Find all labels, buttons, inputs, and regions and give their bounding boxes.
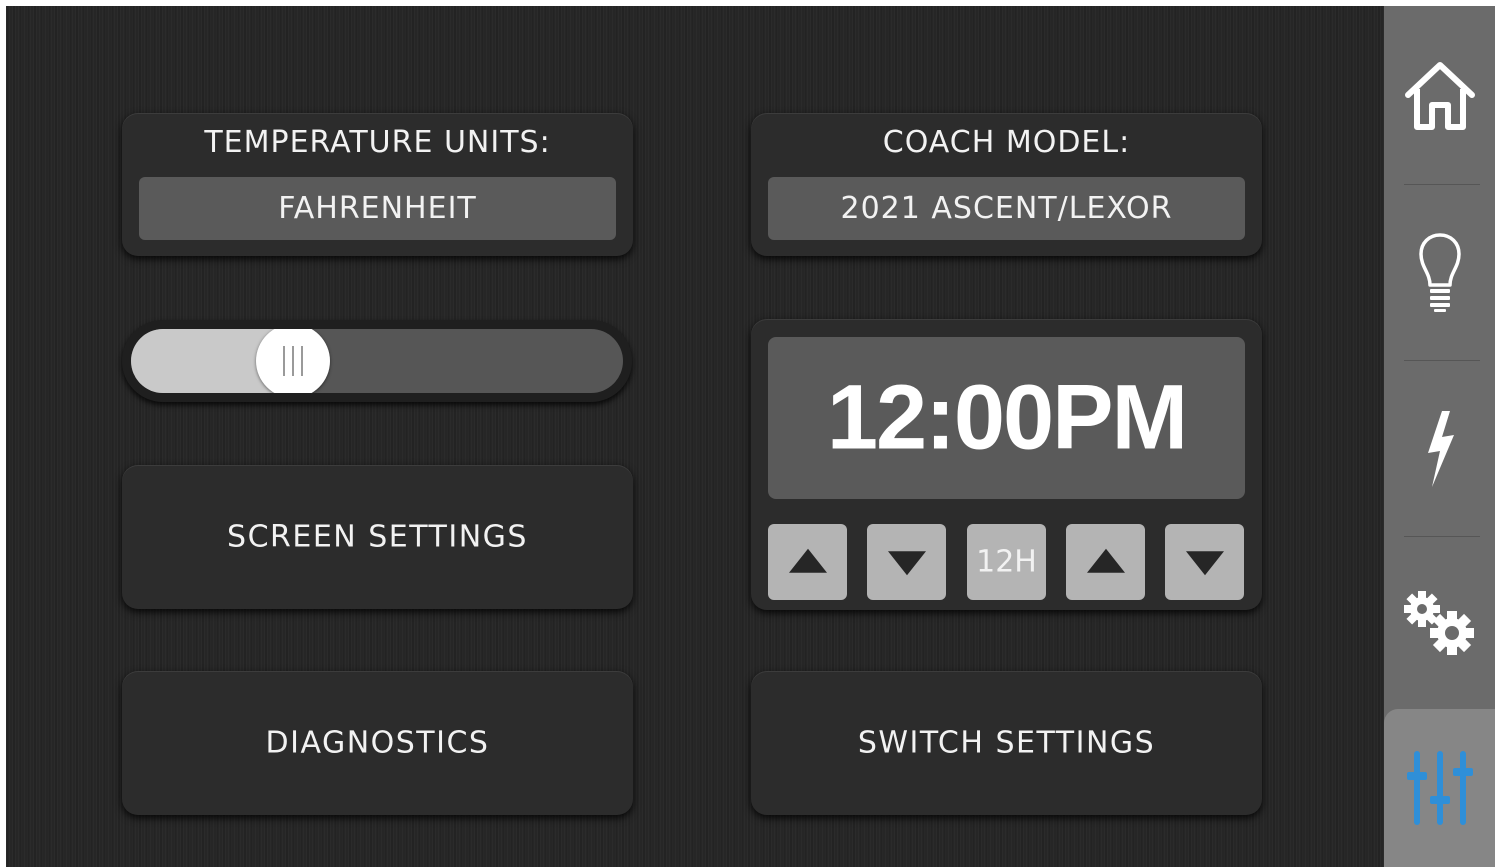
sliders-icon (1406, 751, 1473, 825)
sidebar-item-power[interactable] (1384, 361, 1495, 536)
grip-line (301, 346, 304, 376)
hour-down-button[interactable] (867, 524, 946, 600)
triangle-up-icon (1086, 548, 1125, 573)
sidebar-nav (1384, 6, 1495, 867)
brightness-slider[interactable] (122, 320, 632, 402)
time-format-button[interactable]: 12H (967, 524, 1046, 600)
grip-line (292, 346, 295, 376)
sidebar-item-home[interactable] (1384, 6, 1495, 184)
clock-time: 12:00PM (826, 366, 1188, 469)
screen-settings-button[interactable]: SCREEN SETTINGS (122, 465, 633, 609)
minute-down-button[interactable] (1165, 524, 1244, 600)
home-icon (1404, 62, 1475, 130)
coach-model-panel[interactable]: COACH MODEL: 2021 ASCENT/LEXOR (751, 113, 1262, 256)
coach-model-title: COACH MODEL: (882, 125, 1131, 160)
clock-display: 12:00PM (768, 337, 1245, 499)
sidebar-item-settings[interactable] (1384, 537, 1495, 709)
diagnostics-label: DIAGNOSTICS (265, 725, 490, 761)
diagnostics-button[interactable]: DIAGNOSTICS (122, 671, 633, 815)
time-format-label: 12H (976, 544, 1037, 580)
triangle-down-icon (1185, 551, 1224, 576)
switch-settings-label: SWITCH SETTINGS (857, 725, 1156, 761)
lightbulb-icon (1418, 232, 1461, 312)
temperature-units-title: TEMPERATURE UNITS: (204, 125, 551, 160)
lightning-icon (1427, 410, 1454, 487)
minute-up-button[interactable] (1066, 524, 1145, 600)
sidebar-item-adjustments[interactable] (1384, 709, 1495, 867)
coach-model-value[interactable]: 2021 ASCENT/LEXOR (768, 177, 1245, 240)
settings-screen: TEMPERATURE UNITS: FAHRENHEIT COACH MODE… (6, 6, 1495, 867)
slider-thumb[interactable] (256, 329, 331, 393)
hour-up-button[interactable] (768, 524, 847, 600)
screen-settings-label: SCREEN SETTINGS (227, 519, 528, 555)
grip-line (283, 346, 286, 376)
gears-icon (1403, 591, 1474, 655)
sidebar-item-lights[interactable] (1384, 185, 1495, 360)
triangle-down-icon (887, 551, 926, 576)
switch-settings-button[interactable]: SWITCH SETTINGS (751, 671, 1262, 815)
triangle-up-icon (788, 548, 827, 573)
clock-panel: 12:00PM 12H (751, 319, 1262, 610)
temperature-units-value[interactable]: FAHRENHEIT (139, 177, 616, 240)
slider-track[interactable] (131, 329, 623, 393)
temperature-units-panel[interactable]: TEMPERATURE UNITS: FAHRENHEIT (122, 113, 633, 256)
